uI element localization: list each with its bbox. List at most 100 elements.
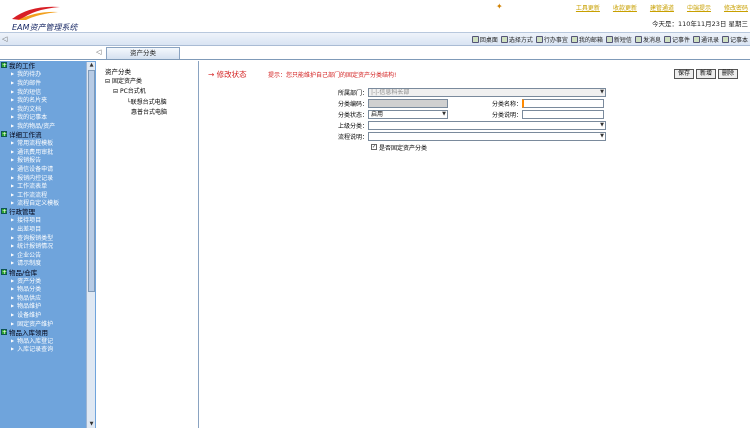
sidebar-item[interactable]: ▶ 物品分类 [0, 284, 86, 293]
sidebar-group[interactable]: + 我的工作 [0, 61, 86, 70]
fixed-asset-label: 是否固定资产分类 [379, 144, 428, 152]
toolbar-item-mail[interactable]: 我的邮箱 [570, 35, 603, 44]
bullet-icon: ▶ [11, 260, 15, 266]
sidebar-item[interactable]: ▶ 工作流表单 [0, 181, 86, 190]
sidebar-item[interactable]: ▶ 出差项目 [0, 224, 86, 233]
bullet-icon: ▶ [11, 71, 15, 77]
sidebar-group[interactable]: + 行政管理 [0, 207, 86, 216]
chevron-down-icon: ▼ [442, 110, 446, 117]
tree-node[interactable]: └联想台式电脑 [127, 97, 167, 106]
sidebar-item[interactable]: ▶ 我的邮件 [0, 78, 86, 87]
sidebar-group[interactable]: + 详细工作流 [0, 130, 86, 139]
scroll-up-icon[interactable]: ▲ [88, 62, 95, 69]
fixed-asset-checkbox[interactable]: ✓ [371, 144, 377, 150]
delete-button[interactable]: 删除 [717, 69, 738, 79]
status-row: 分类状态： 启用 ▼ [316, 109, 448, 119]
sidebar-item[interactable]: ▶ 我的短信 [0, 87, 86, 96]
dept-select-value: |-|-信息科长部 [371, 88, 410, 96]
sidebar-group[interactable]: + 物品入库领用 [0, 327, 86, 337]
note-icon [663, 36, 671, 43]
bullet-icon: ▶ [11, 165, 15, 171]
sidebar-item[interactable]: ▶ 通信设备申请 [0, 164, 86, 173]
sidebar-item[interactable]: ▶ 通讯费用审批 [0, 147, 86, 156]
app-logo: EAM资产管理系统 [4, 3, 94, 32]
decoration-icon: ✦ [496, 2, 503, 11]
settings-icon [500, 36, 508, 43]
sidebar-item[interactable]: ▶ 报销报告 [0, 156, 86, 164]
bullet-icon: ▶ [11, 97, 15, 103]
sidebar-item[interactable]: ▶ 报销内控记录 [0, 173, 86, 182]
bullet-icon: ▶ [11, 303, 15, 309]
parent-label: 上级分类： [337, 122, 368, 130]
bullet-icon: ▶ [11, 277, 15, 283]
toolbar-item-sms[interactable]: 新短信 [605, 35, 632, 44]
dept-select[interactable]: |-|-信息科长部 ▼ [368, 87, 606, 97]
folder-icon: ⊟ [105, 78, 111, 85]
sidebar-item[interactable]: ▶ 企业公告 [0, 250, 86, 259]
sidebar-item[interactable]: ▶ 物品维护 [0, 302, 86, 310]
sidebar-item[interactable]: ▶ 设备维护 [0, 310, 86, 319]
collapse-icon[interactable]: ◁ [2, 35, 7, 43]
toolbar-item-tasks[interactable]: 行办事宜 [535, 35, 568, 44]
parent-row: 上级分类： ▼ [316, 120, 608, 130]
desc-field[interactable] [522, 109, 604, 119]
add-button[interactable]: 新增 [695, 69, 716, 79]
sidebar-item[interactable]: ▶ 我的待办 [0, 70, 86, 78]
sidebar-item[interactable]: ▶ 我的名片夹 [0, 95, 86, 104]
toolbar-item-home[interactable]: 回桌面 [471, 35, 498, 44]
bullet-icon: ▶ [11, 157, 15, 163]
toolbar-item-notebook[interactable]: 记事本 [721, 35, 748, 44]
parent-select[interactable]: ▼ [368, 120, 606, 130]
sidebar-item[interactable]: ▶ 资产分类 [0, 276, 86, 285]
toolbar-item-note[interactable]: 记事件 [663, 35, 690, 44]
sidebar-scrollbar[interactable]: ▲ ▼ [86, 62, 95, 428]
sidebar-item[interactable]: ▶ 工作流流程 [0, 190, 86, 199]
top-link[interactable]: 收款更新 [613, 3, 637, 12]
scroll-thumb[interactable] [88, 70, 95, 292]
name-field[interactable] [522, 98, 604, 108]
top-link[interactable]: 修改密码 [724, 3, 748, 12]
tree-node-label: 固定资产类 [111, 78, 142, 85]
top-link[interactable]: 工具更新 [576, 3, 600, 12]
toolbar-item-message[interactable]: 发消息 [634, 35, 661, 44]
top-link[interactable]: 建管通道 [650, 3, 674, 12]
sidebar-item[interactable]: ▶ 常用流程模板 [0, 138, 86, 147]
toolbar-item-settings[interactable]: 选择方式 [500, 35, 533, 44]
scroll-down-icon[interactable]: ▼ [88, 421, 95, 428]
code-field[interactable] [368, 98, 448, 108]
sidebar-nav: + 我的工作 ▶ 我的待办 ▶ 我的邮件 ▶ 我的短信 ▶ 我的名片夹 ▶ 我的文档 ▶ 我的… [0, 61, 86, 353]
sidebar-item[interactable]: ▶ 我的文档 [0, 104, 86, 113]
bullet-icon: ▶ [11, 105, 15, 111]
toolbar-item-label: 记事本 [729, 37, 748, 44]
sidebar-item[interactable]: ▶ 统计报销情况 [0, 241, 86, 250]
tree-node[interactable]: ⊟ 固定资产类 [105, 76, 142, 85]
sidebar-group[interactable]: + 物品/仓库 [0, 267, 86, 277]
flow-label: 流程说明： [337, 133, 368, 141]
bullet-icon: ▶ [11, 226, 15, 232]
mail-icon [570, 36, 578, 43]
save-button[interactable]: 保存 [673, 69, 694, 79]
sidebar-item[interactable]: ▶ 入库记录查询 [0, 345, 86, 353]
sidebar-item[interactable]: ▶ 我的记事本 [0, 113, 86, 121]
tree-node[interactable]: ⊟ PC台式机 [113, 86, 146, 95]
sidebar-item[interactable]: ▶ 查询报销类型 [0, 233, 86, 242]
tree-node[interactable]: 惠普台式电脑 [131, 107, 167, 116]
bullet-icon: ▶ [11, 88, 15, 94]
toolbar: ◁ 回桌面 选择方式 行办事宜 我的邮箱 新短信 发消息 记事件 通讯录 记事本 [0, 32, 750, 46]
main-content: → 修改状态 提示：您只能维护自己部门的固定资产分类结构! 保存 新增 删除 所… [200, 61, 750, 428]
bullet-icon: ▶ [11, 217, 15, 223]
tab-scroll-left-icon[interactable]: ◁ [96, 48, 106, 58]
tab-asset-category[interactable]: 资产分类 [106, 47, 180, 59]
expand-icon: + [1, 62, 8, 70]
sidebar-item[interactable]: ▶ 物品供应 [0, 293, 86, 302]
sidebar-item[interactable]: ▶ 接待项目 [0, 216, 86, 224]
toolbar-item-contacts[interactable]: 通讯录 [692, 35, 719, 44]
folder-icon: ⊟ [113, 88, 119, 95]
top-link[interactable]: 中端提示 [687, 3, 711, 12]
flow-select[interactable]: ▼ [368, 131, 606, 141]
bullet-icon: ▶ [11, 312, 15, 318]
status-select[interactable]: 启用 ▼ [368, 109, 448, 119]
logo-swoosh-icon [12, 6, 60, 20]
sidebar-item[interactable]: ▶ 物品入库登记 [0, 336, 86, 345]
toolbar-item-label: 新短信 [613, 37, 632, 44]
